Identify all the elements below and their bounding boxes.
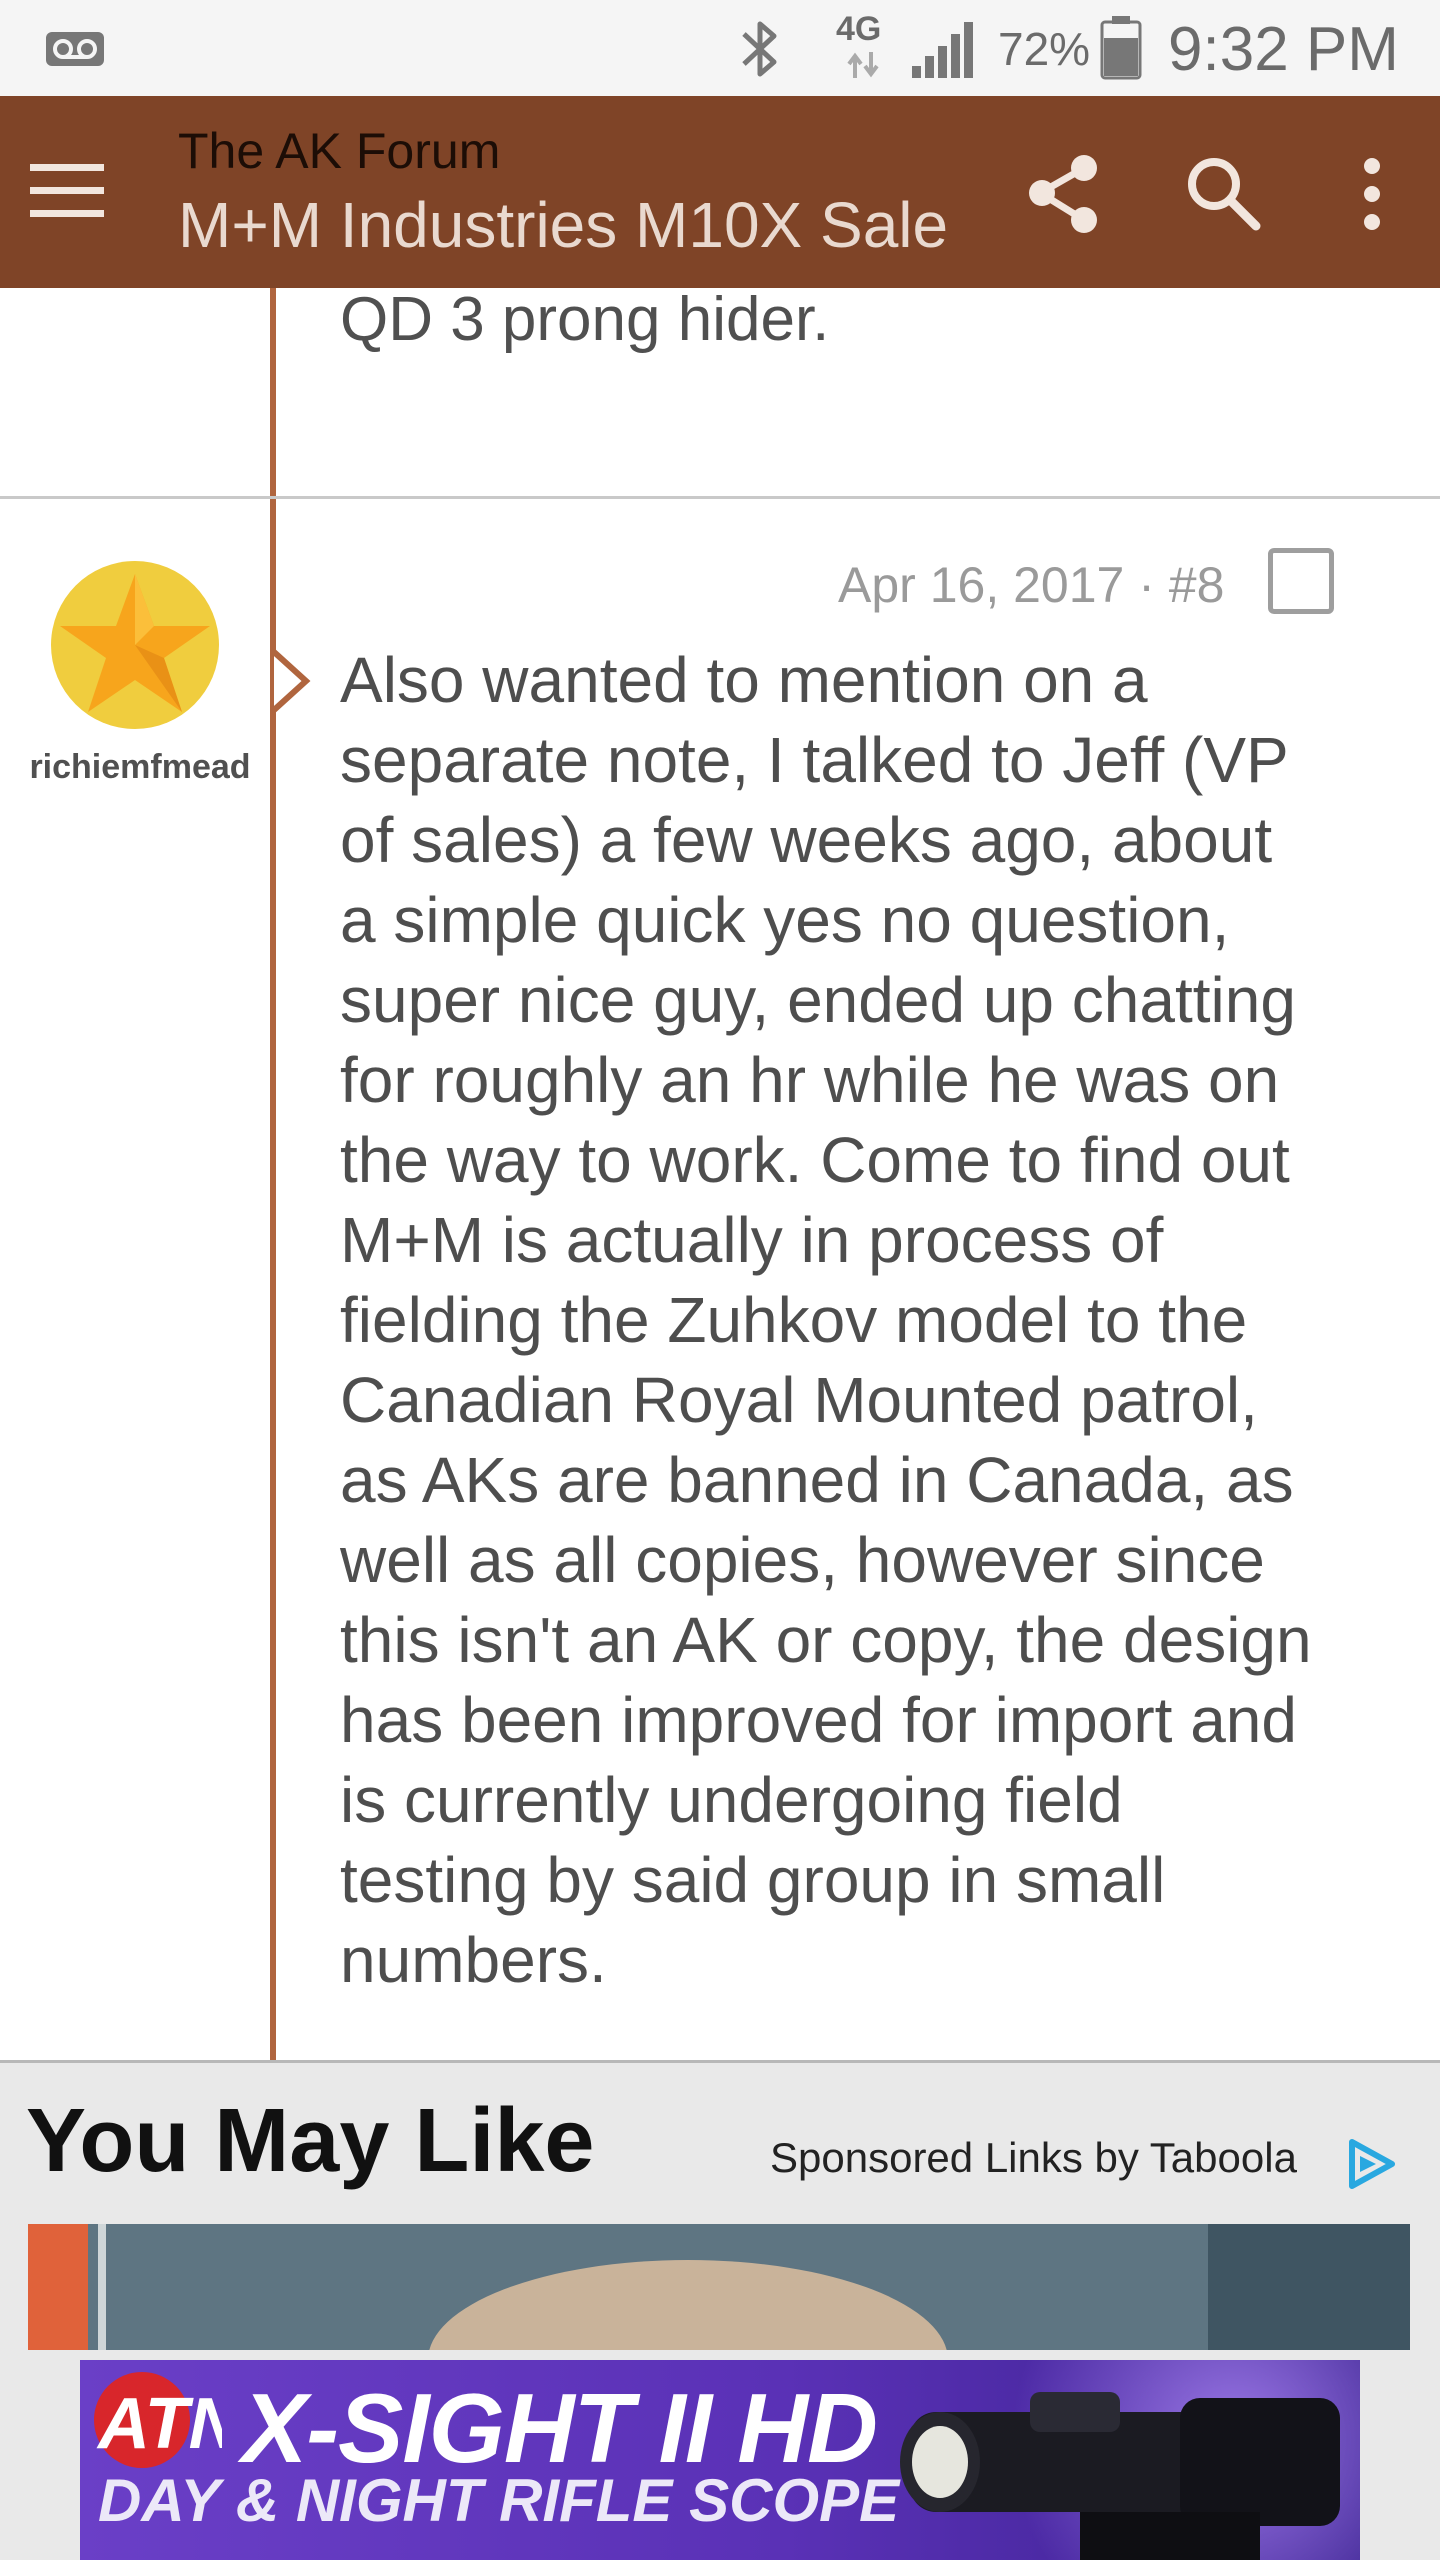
adchoices-icon[interactable] bbox=[1346, 2138, 1398, 2190]
image-left-panel bbox=[28, 2224, 88, 2350]
forum-name: The AK Forum bbox=[178, 123, 501, 179]
previous-post-text: QD 3 prong hider. bbox=[340, 285, 830, 354]
post-pointer-icon bbox=[271, 649, 311, 713]
status-bar: 4G 72% 9:32 PM bbox=[0, 0, 1440, 96]
user-avatar[interactable] bbox=[50, 560, 220, 730]
more-options-icon[interactable] bbox=[1354, 156, 1390, 232]
atn-logo-icon: ATN bbox=[94, 2372, 222, 2468]
sponsored-image[interactable] bbox=[28, 2224, 1410, 2350]
rifle-scope-image bbox=[900, 2392, 1340, 2560]
data-arrows-icon bbox=[847, 52, 879, 78]
app-bar: The AK Forum M+M Industries M10X Sale bbox=[0, 96, 1440, 288]
image-shadow bbox=[1208, 2224, 1410, 2350]
you-may-like-heading: You May Like bbox=[26, 2091, 595, 2191]
post-number[interactable]: #8 bbox=[1169, 557, 1225, 613]
search-icon[interactable] bbox=[1184, 154, 1264, 234]
voicemail-icon bbox=[46, 32, 104, 66]
battery-percent: 72% bbox=[998, 23, 1091, 75]
ad-subline: DAY & NIGHT RIFLE SCOPE bbox=[98, 2467, 900, 2534]
ad-brand: ATN bbox=[96, 2384, 222, 2464]
clock: 9:32 PM bbox=[1168, 15, 1399, 84]
post-body: Also wanted to mention on a separate not… bbox=[340, 644, 1312, 1996]
share-icon[interactable] bbox=[1022, 152, 1106, 236]
signal-icon bbox=[912, 22, 973, 78]
battery-icon bbox=[1100, 16, 1142, 80]
post-select-checkbox[interactable] bbox=[1268, 548, 1334, 614]
image-rail bbox=[98, 2224, 106, 2350]
post-date: Apr 16, 2017 bbox=[838, 557, 1125, 613]
menu-icon[interactable] bbox=[30, 162, 108, 220]
network-type: 4G bbox=[836, 10, 882, 48]
thread-title: M+M Industries M10X Sale bbox=[178, 189, 949, 261]
taboola-attribution[interactable]: Sponsored Links by Taboola bbox=[770, 2134, 1297, 2182]
post-meta: Apr 16, 2017 · #8 bbox=[838, 557, 1225, 613]
post-divider bbox=[0, 496, 1440, 499]
post-username[interactable]: richiemfmead bbox=[20, 748, 260, 787]
post-timeline-line bbox=[270, 288, 276, 2062]
section-divider bbox=[0, 2060, 1440, 2063]
bluetooth-icon bbox=[742, 21, 777, 77]
image-hair bbox=[428, 2260, 948, 2350]
